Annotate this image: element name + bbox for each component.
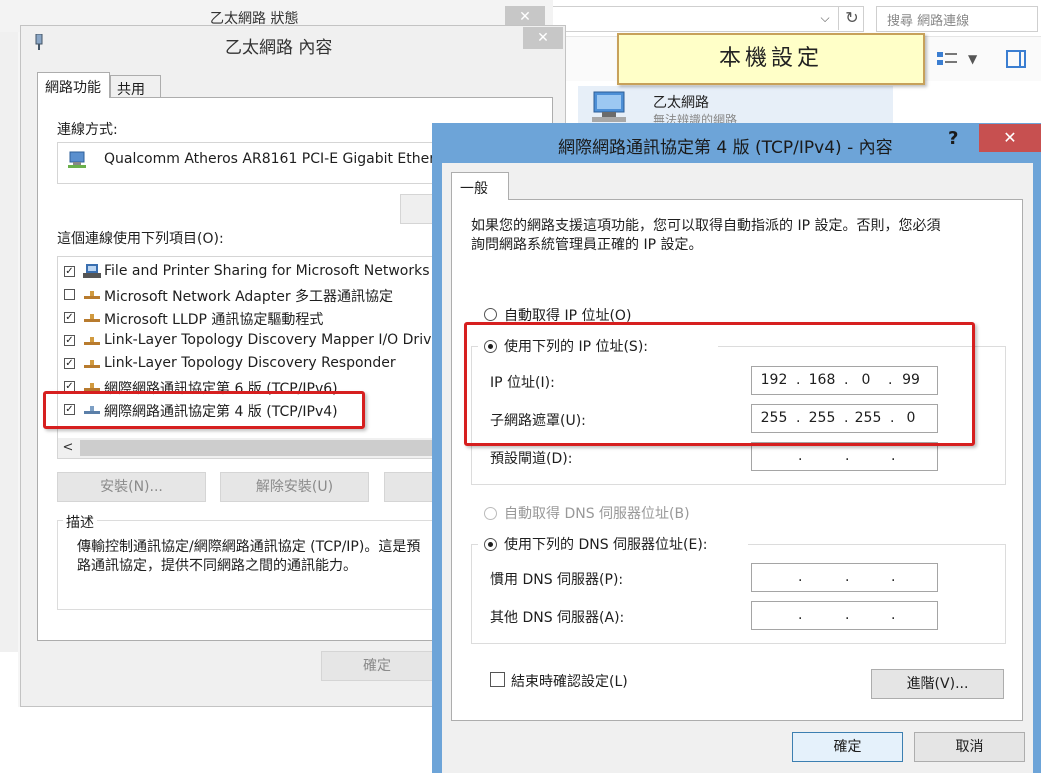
ip-dot: . [845,448,850,464]
status-window-body [0,32,19,652]
item-checkbox[interactable] [64,289,75,300]
help-button[interactable]: ? [948,128,958,149]
preview-pane-icon[interactable] [1006,50,1026,68]
intro-line: 如果您的網路支援這項功能，您可以取得自動指派的 IP 設定。否則，您必須 [471,218,941,234]
ipv4-dialog-title: 網際網路通訊協定第 4 版 (TCP/IPv4) - 內容 [558,138,893,158]
list-item[interactable]: ✓ Link-Layer Topology Discovery Mapper I… [58,329,446,352]
preferred-dns-label: 慣用 DNS 伺服器(P): [490,572,624,588]
dns-manual-label: 使用下列的 DNS 伺服器位址(E): [504,537,708,553]
validate-on-exit-label: 結束時確認設定(L) [511,674,628,690]
item-label: Microsoft LLDP 通訊協定驅動程式 [104,312,324,328]
description-line: 路通訊協定，提供不同網路之間的通訊能力。 [77,558,357,574]
connect-using-label: 連線方式: [57,122,118,138]
intro-text: 如果您的網路支援這項功能，您可以取得自動指派的 IP 設定。否則，您必須 詢問網… [471,217,991,255]
annotation-note: 本機設定 [617,33,925,85]
protocol-icon [84,291,100,299]
ip-auto-radio[interactable] [484,308,497,321]
ok-button[interactable]: 確定 [321,651,433,681]
list-item[interactable]: ✓ Link-Layer Topology Discovery Responde… [58,352,446,375]
intro-line: 詢問網路系統管理員正確的 IP 設定。 [471,237,703,253]
tab-networking[interactable]: 網路功能 [37,72,110,98]
uninstall-button[interactable]: 解除安裝(U) [220,472,369,502]
preferred-dns-field[interactable]: . . . [751,563,938,592]
list-item[interactable]: Microsoft Network Adapter 多工器通訊協定 [58,283,446,306]
ip-dot: . [798,448,803,464]
refresh-icon[interactable]: ↻ [838,6,865,30]
ip-dot: . [845,569,850,585]
ipv4-cancel-button[interactable]: 取消 [914,732,1025,762]
chevron-down-icon[interactable]: ⌵ [812,6,838,30]
item-checkbox[interactable]: ✓ [64,266,75,277]
scroll-left-arrow[interactable]: < [58,438,78,458]
gateway-label: 預設閘道(D): [490,451,573,467]
ip-dot: . [891,607,896,623]
protocol-icon [84,314,100,322]
item-label: File and Printer Sharing for Microsoft N… [104,263,430,279]
list-item[interactable]: ✓ Microsoft LLDP 通訊協定驅動程式 [58,306,446,329]
ethernet-name: 乙太網路 [653,95,709,111]
item-checkbox[interactable]: ✓ [64,358,75,369]
advanced-button[interactable]: 進階(V)... [871,669,1004,699]
ipv4-item-highlight [43,391,365,429]
ip-dot: . [798,607,803,623]
protocol-icon [84,337,100,345]
item-label: Microsoft Network Adapter 多工器通訊協定 [104,289,394,305]
ip-settings-highlight [464,322,975,446]
ip-dot: . [891,448,896,464]
items-label: 這個連線使用下列項目(O): [57,231,224,247]
gateway-field[interactable]: . . . [751,442,938,471]
ipv4-ok-button[interactable]: 確定 [792,732,903,762]
list-item[interactable]: ✓ File and Printer Sharing for Microsoft… [58,260,446,283]
ip-dot: . [845,607,850,623]
close-button[interactable]: ✕ [523,27,563,49]
tab-general-label: 一般 [460,181,488,197]
tab-networking-label: 網路功能 [45,80,101,96]
search-placeholder: 搜尋 網路連線 [887,14,970,29]
description-line: 傳輸控制通訊協定/網際網路通訊協定 (TCP/IP)。這是預 [77,539,421,555]
alternate-dns-label: 其他 DNS 伺服器(A): [490,610,625,626]
install-button[interactable]: 安裝(N)... [57,472,206,502]
printer-share-icon [83,264,101,278]
tab-general[interactable]: 一般 [451,172,509,200]
validate-on-exit-checkbox[interactable] [490,672,505,687]
item-label: Link-Layer Topology Discovery Mapper I/O… [104,332,432,348]
ipv4-close-button[interactable]: ✕ [979,124,1041,152]
scrollbar-thumb[interactable] [80,440,446,456]
protocol-icon [84,360,100,368]
view-options-icon[interactable] [937,51,957,67]
network-adapter-icon [592,91,626,122]
adapter-card-icon [68,151,86,168]
dns-auto-radio[interactable] [484,507,497,520]
ip-dot: . [891,569,896,585]
tab-sharing[interactable]: 共用 [110,75,161,98]
item-label: Link-Layer Topology Discovery Responder [104,355,396,371]
dns-auto-label: 自動取得 DNS 伺服器位址(B) [504,506,690,522]
network-cable-icon [35,34,43,50]
dns-manual-radio[interactable] [484,538,497,551]
alternate-dns-field[interactable]: . . . [751,601,938,630]
item-checkbox[interactable]: ✓ [64,312,75,323]
description-text: 傳輸控制通訊協定/網際網路通訊協定 (TCP/IP)。這是預 路通訊協定，提供不… [77,538,437,576]
search-input[interactable]: 搜尋 網路連線 [876,6,1038,32]
description-label: 描述 [63,512,97,532]
item-checkbox[interactable]: ✓ [64,335,75,346]
dialog-title: 乙太網路 內容 [225,38,333,58]
ip-dot: . [798,569,803,585]
view-dropdown-icon[interactable]: ▼ [968,52,977,66]
tab-sharing-label: 共用 [117,82,145,98]
adapter-name: Qualcomm Atheros AR8161 PCI-E Gigabit Et… [104,151,435,167]
